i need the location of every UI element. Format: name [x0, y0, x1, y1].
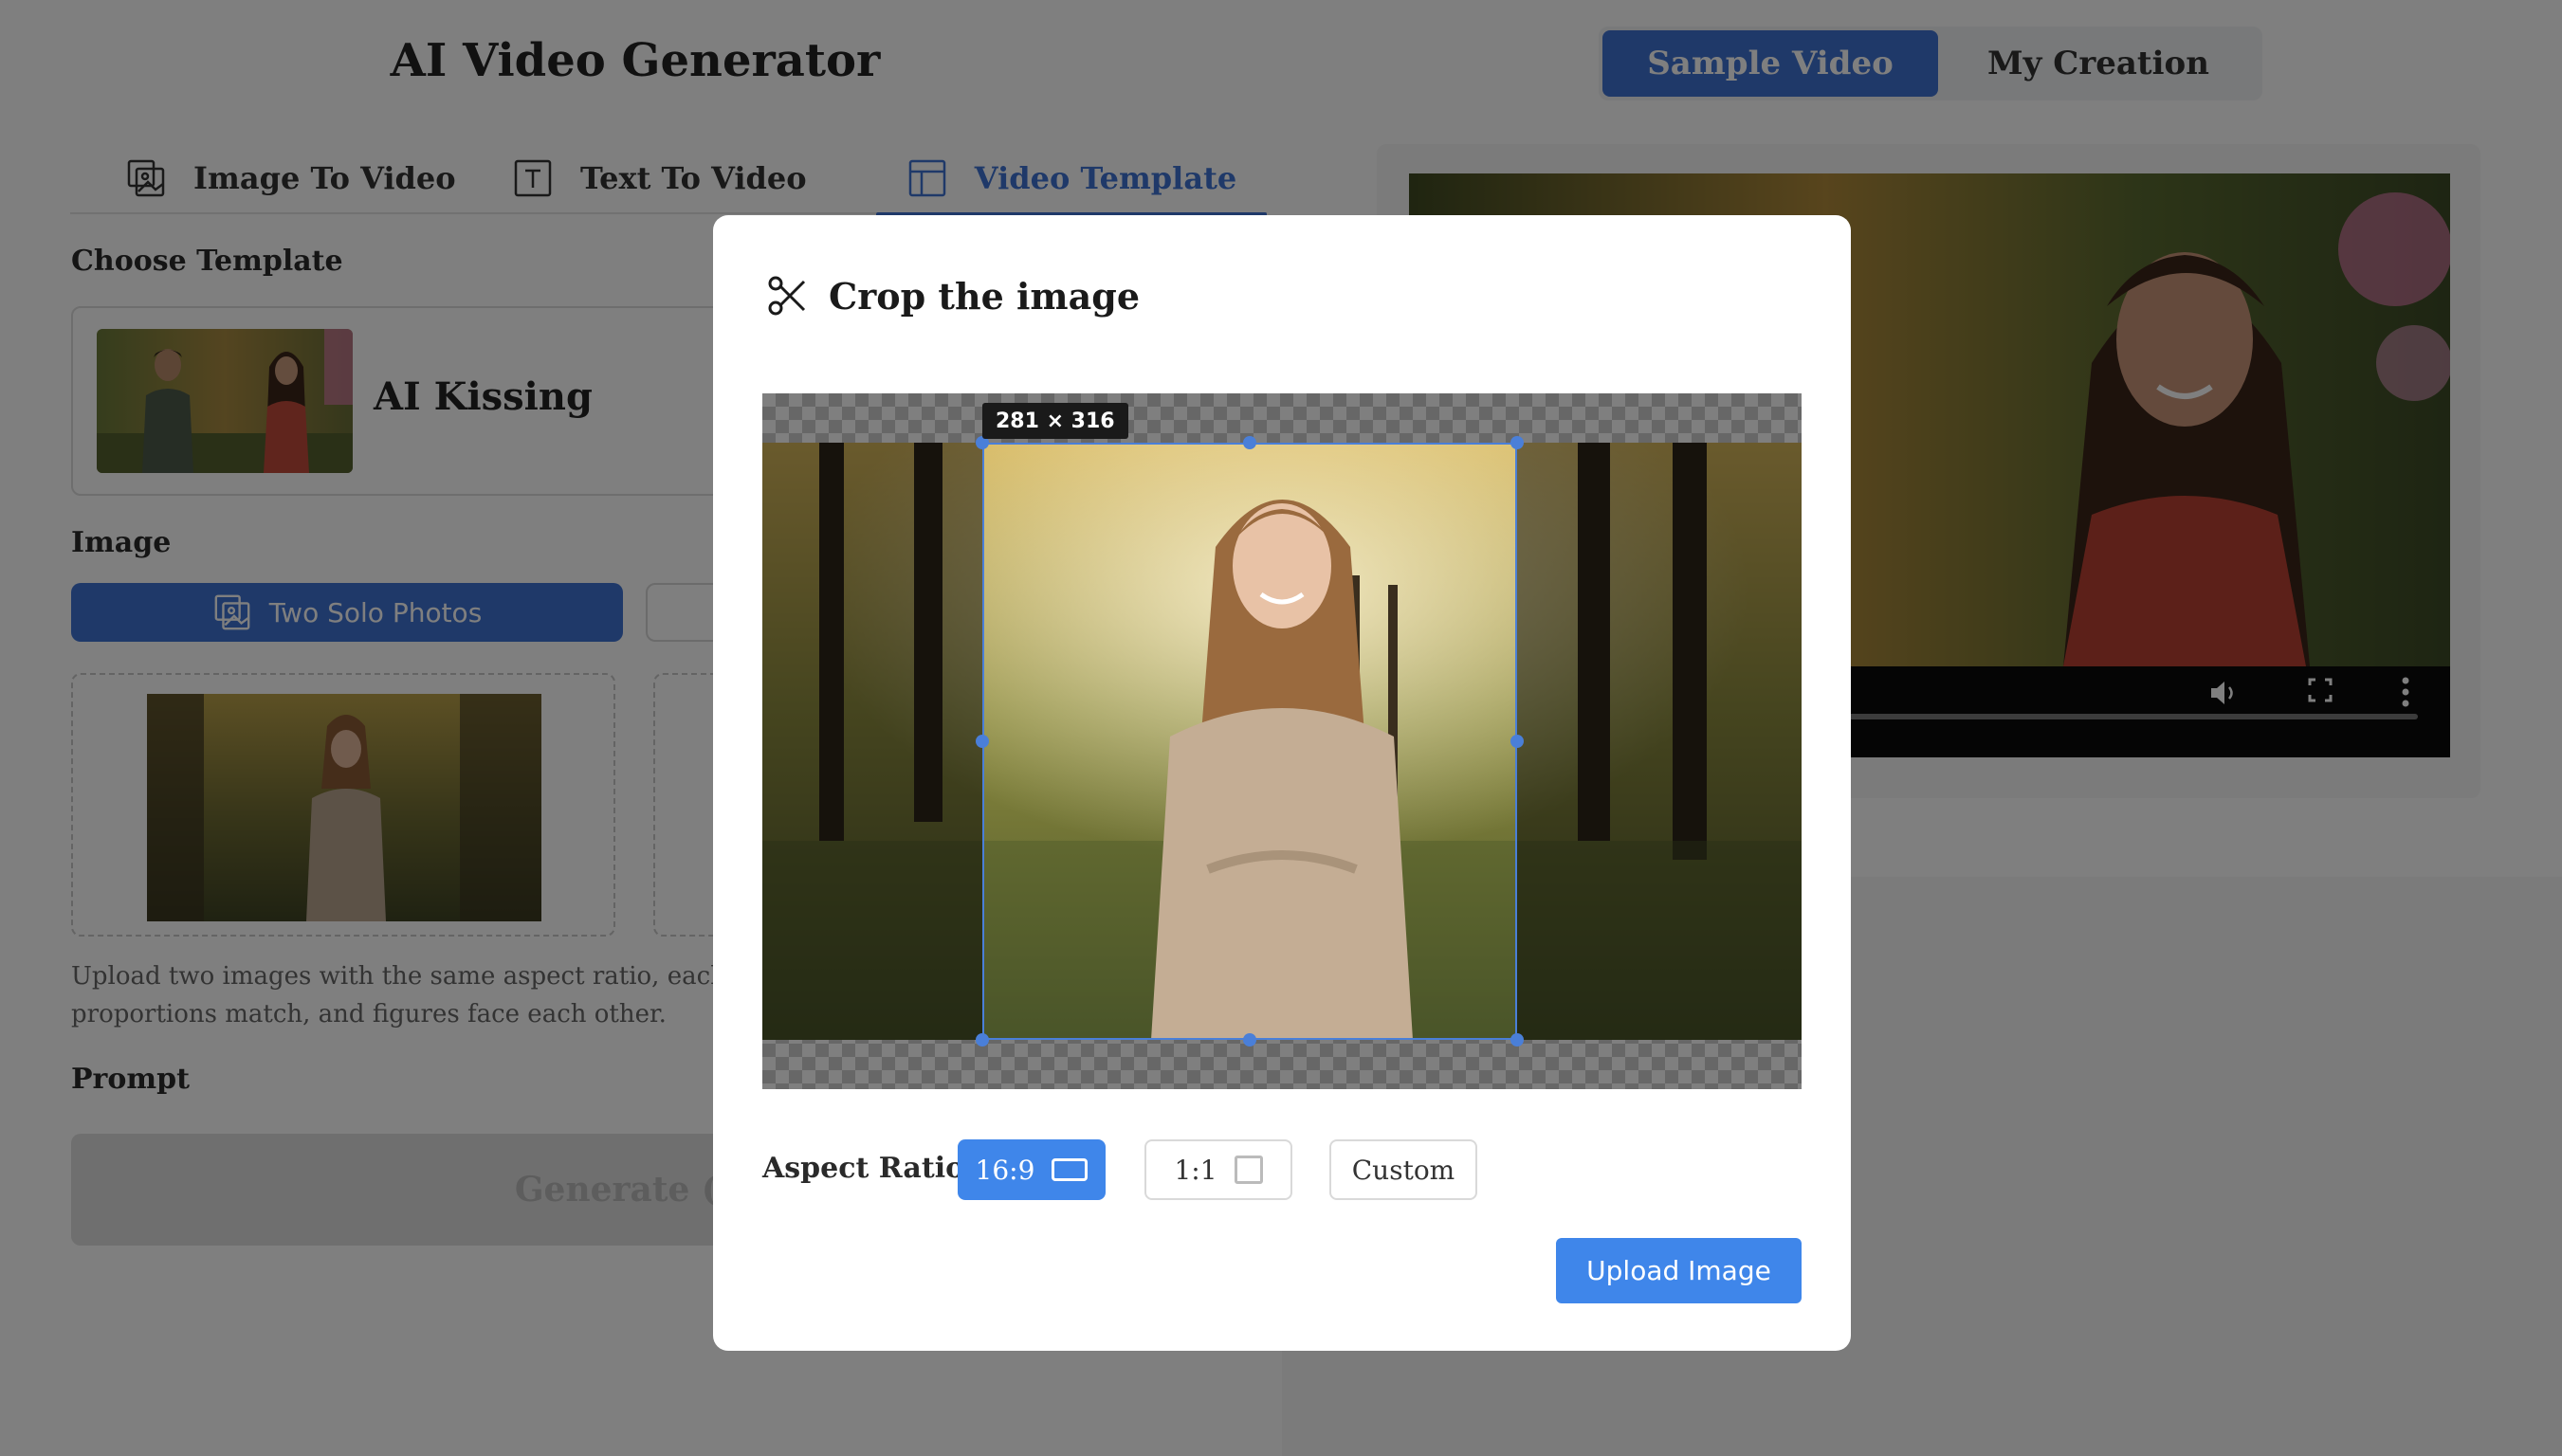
aspect-ratio-label: Aspect Ratio [762, 1152, 965, 1185]
aspect-16-9-button[interactable]: 16:9 [958, 1139, 1106, 1200]
upload-image-button[interactable]: Upload Image [1556, 1238, 1802, 1303]
wide-rectangle-icon [1052, 1158, 1089, 1181]
crop-mask-right [1517, 393, 1802, 1089]
crop-canvas[interactable]: 281 × 316 [762, 393, 1802, 1089]
crop-handle-right[interactable] [1510, 735, 1524, 748]
aspect-custom-button[interactable]: Custom [1329, 1139, 1477, 1200]
square-icon [1234, 1156, 1263, 1184]
crop-handle-bottom-right[interactable] [1510, 1033, 1524, 1046]
aspect-1-1-button[interactable]: 1:1 [1144, 1139, 1292, 1200]
crop-handle-bottom[interactable] [1243, 1033, 1256, 1046]
crop-mask-bottom [982, 1040, 1517, 1089]
crop-handle-top[interactable] [1243, 436, 1256, 449]
crop-handle-top-right[interactable] [1510, 436, 1524, 449]
crop-mask-left [762, 393, 982, 1089]
crop-handle-left[interactable] [976, 735, 989, 748]
crop-selection-box[interactable] [982, 443, 1517, 1040]
crop-image-dialog: Crop the image 281 × 316 Aspect Ratio 16… [713, 215, 1851, 1351]
crop-dimensions-label: 281 × 316 [982, 403, 1128, 439]
scissors-icon [768, 276, 806, 316]
crop-handle-bottom-left[interactable] [976, 1033, 989, 1046]
dialog-title: Crop the image [766, 274, 1140, 318]
